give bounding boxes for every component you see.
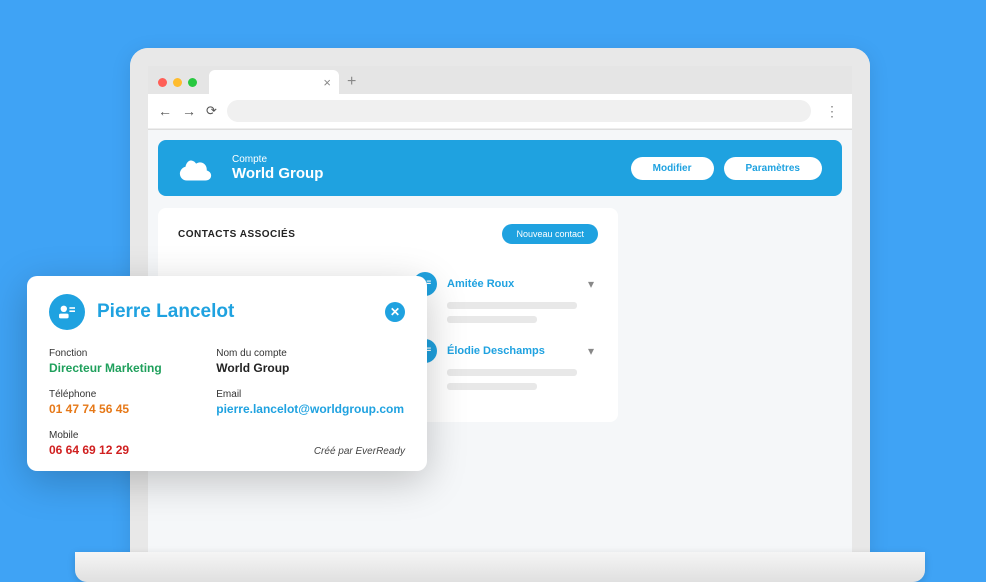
account-header-left: Compte World Group [178, 154, 323, 182]
browser-chrome: × + ← → ⟳ ⋮ [148, 66, 852, 130]
contacts-panel-title: CONTACTS ASSOCIÉS [178, 229, 295, 240]
contact-row[interactable]: Élodie Deschamps ▾ [413, 339, 598, 363]
contact-card-header: Pierre Lancelot ✕ [49, 294, 405, 330]
account-type-label: Compte [232, 154, 323, 165]
close-card-button[interactable]: ✕ [385, 302, 405, 322]
address-input[interactable] [227, 100, 811, 122]
mobile-label: Mobile [49, 430, 206, 441]
field-phone: Téléphone 01 47 74 56 45 [49, 389, 206, 416]
modify-button[interactable]: Modifier [631, 157, 714, 180]
field-account: Nom du compte World Group [216, 348, 405, 375]
created-by-label: Créé par EverReady [216, 446, 405, 457]
field-fonction: Fonction Directeur Marketing [49, 348, 206, 375]
account-header-buttons: Modifier Paramètres [631, 157, 822, 180]
minimize-window-button[interactable] [173, 78, 182, 87]
browser-tab[interactable]: × [209, 70, 339, 94]
contact-skeleton [447, 369, 598, 390]
contacts-panel-header: CONTACTS ASSOCIÉS Nouveau contact [178, 224, 598, 244]
tab-bar: × + [148, 66, 852, 94]
contact-card-fields: Fonction Directeur Marketing Nom du comp… [49, 348, 405, 457]
field-mobile: Mobile 06 64 69 12 29 [49, 430, 206, 457]
field-email: Email pierre.lancelot@worldgroup.com [216, 389, 405, 416]
close-window-button[interactable] [158, 78, 167, 87]
email-label: Email [216, 389, 405, 400]
contact-card-avatar [49, 294, 85, 330]
person-card-icon [57, 304, 77, 320]
contact-menu-icon[interactable]: ▾ [588, 344, 598, 358]
salesforce-cloud-icon [178, 154, 218, 182]
maximize-window-button[interactable] [188, 78, 197, 87]
contact-row[interactable]: Amitée Roux ▾ [413, 272, 598, 296]
fonction-label: Fonction [49, 348, 206, 359]
settings-button[interactable]: Paramètres [724, 157, 822, 180]
email-value: pierre.lancelot@worldgroup.com [216, 402, 405, 416]
mobile-value: 06 64 69 12 29 [49, 443, 206, 457]
contact-detail-card: Pierre Lancelot ✕ Fonction Directeur Mar… [27, 276, 427, 471]
back-button[interactable]: ← [158, 103, 172, 119]
account-header-text: Compte World Group [232, 154, 323, 182]
contact-skeleton [447, 302, 598, 323]
contact-card-name: Pierre Lancelot [97, 301, 373, 323]
contact-name: Amitée Roux [447, 278, 578, 290]
laptop-base [75, 552, 925, 582]
account-header: Compte World Group Modifier Paramètres [158, 140, 842, 196]
account-name: World Group [232, 165, 323, 182]
reload-button[interactable]: ⟳ [206, 103, 217, 119]
contact-menu-icon[interactable]: ▾ [588, 277, 598, 291]
new-contact-button[interactable]: Nouveau contact [502, 224, 598, 244]
browser-menu-icon[interactable]: ⋮ [821, 103, 842, 120]
phone-label: Téléphone [49, 389, 206, 400]
card-footer-cell: Créé par EverReady [216, 440, 405, 457]
account-value: World Group [216, 361, 405, 375]
account-label: Nom du compte [216, 348, 405, 359]
url-bar: ← → ⟳ ⋮ [148, 94, 852, 129]
forward-button[interactable]: → [182, 103, 196, 119]
contact-name: Élodie Deschamps [447, 345, 578, 357]
window-controls [158, 78, 197, 87]
close-tab-icon[interactable]: × [323, 75, 331, 90]
phone-value: 01 47 74 56 45 [49, 402, 206, 416]
new-tab-button[interactable]: + [347, 73, 356, 91]
fonction-value: Directeur Marketing [49, 361, 206, 375]
